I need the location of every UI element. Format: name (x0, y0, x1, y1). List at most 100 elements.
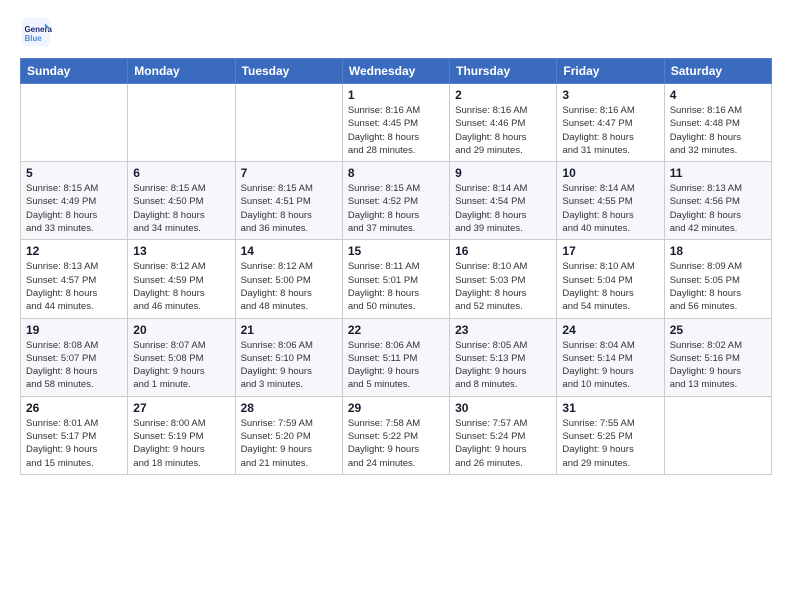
day-number: 8 (348, 166, 444, 180)
week-row-4: 19 Sunrise: 8:08 AM Sunset: 5:07 PM Dayli… (21, 318, 772, 396)
day-cell: 25 Sunrise: 8:02 AM Sunset: 5:16 PM Dayli… (664, 318, 771, 396)
week-row-1: 1Sunrise: 8:16 AM Sunset: 4:45 PM Daylig… (21, 84, 772, 162)
weekday-header-row: SundayMondayTuesdayWednesdayThursdayFrid… (21, 59, 772, 84)
week-row-5: 26Sunrise: 8:01 AM Sunset: 5:17 PM Dayli… (21, 396, 772, 474)
day-info: Sunrise: 8:06 AM Sunset: 5:11 PM Dayligh… (348, 339, 444, 392)
day-info: Sunrise: 8:11 AM Sunset: 5:01 PM Dayligh… (348, 260, 444, 313)
day-number: 18 (670, 244, 766, 258)
day-cell: 8 Sunrise: 8:15 AM Sunset: 4:52 PM Daylig… (342, 162, 449, 240)
day-cell: 29 Sunrise: 7:58 AM Sunset: 5:22 PM Dayli… (342, 396, 449, 474)
day-info: Sunrise: 7:57 AM Sunset: 5:24 PM Dayligh… (455, 417, 551, 470)
day-number: 6 (133, 166, 229, 180)
day-cell: 6 Sunrise: 8:15 AM Sunset: 4:50 PM Daylig… (128, 162, 235, 240)
day-info: Sunrise: 8:14 AM Sunset: 4:55 PM Dayligh… (562, 182, 658, 235)
day-cell: 31 Sunrise: 7:55 AM Sunset: 5:25 PM Dayli… (557, 396, 664, 474)
day-info: Sunrise: 7:58 AM Sunset: 5:22 PM Dayligh… (348, 417, 444, 470)
logo: General Blue (20, 16, 56, 48)
day-number: 11 (670, 166, 766, 180)
weekday-sunday: Sunday (21, 59, 128, 84)
day-info: Sunrise: 8:10 AM Sunset: 5:04 PM Dayligh… (562, 260, 658, 313)
day-number: 3 (562, 88, 658, 102)
day-cell: 16Sunrise: 8:10 AM Sunset: 5:03 PM Dayli… (450, 240, 557, 318)
weekday-wednesday: Wednesday (342, 59, 449, 84)
day-info: Sunrise: 8:02 AM Sunset: 5:16 PM Dayligh… (670, 339, 766, 392)
day-cell: 15 Sunrise: 8:11 AM Sunset: 5:01 PM Dayli… (342, 240, 449, 318)
day-number: 24 (562, 323, 658, 337)
day-cell: 28 Sunrise: 7:59 AM Sunset: 5:20 PM Dayli… (235, 396, 342, 474)
day-number: 20 (133, 323, 229, 337)
day-number: 25 (670, 323, 766, 337)
day-number: 31 (562, 401, 658, 415)
day-info: Sunrise: 8:15 AM Sunset: 4:51 PM Dayligh… (241, 182, 337, 235)
weekday-tuesday: Tuesday (235, 59, 342, 84)
day-info: Sunrise: 8:16 AM Sunset: 4:46 PM Dayligh… (455, 104, 551, 157)
day-number: 4 (670, 88, 766, 102)
day-info: Sunrise: 8:08 AM Sunset: 5:07 PM Dayligh… (26, 339, 122, 392)
day-info: Sunrise: 8:15 AM Sunset: 4:52 PM Dayligh… (348, 182, 444, 235)
day-cell: 20 Sunrise: 8:07 AM Sunset: 5:08 PM Dayli… (128, 318, 235, 396)
day-cell: 3 Sunrise: 8:16 AM Sunset: 4:47 PM Daylig… (557, 84, 664, 162)
day-cell: 21 Sunrise: 8:06 AM Sunset: 5:10 PM Dayli… (235, 318, 342, 396)
day-info: Sunrise: 8:09 AM Sunset: 5:05 PM Dayligh… (670, 260, 766, 313)
day-cell: 10Sunrise: 8:14 AM Sunset: 4:55 PM Dayli… (557, 162, 664, 240)
day-cell: 1Sunrise: 8:16 AM Sunset: 4:45 PM Daylig… (342, 84, 449, 162)
day-number: 7 (241, 166, 337, 180)
day-cell: 23Sunrise: 8:05 AM Sunset: 5:13 PM Dayli… (450, 318, 557, 396)
day-info: Sunrise: 8:01 AM Sunset: 5:17 PM Dayligh… (26, 417, 122, 470)
day-info: Sunrise: 8:12 AM Sunset: 5:00 PM Dayligh… (241, 260, 337, 313)
day-info: Sunrise: 8:14 AM Sunset: 4:54 PM Dayligh… (455, 182, 551, 235)
header: General Blue (20, 16, 772, 48)
calendar-page: General Blue SundayMondayTuesdayWednesda… (0, 0, 792, 612)
day-number: 9 (455, 166, 551, 180)
day-cell (664, 396, 771, 474)
day-number: 5 (26, 166, 122, 180)
weekday-thursday: Thursday (450, 59, 557, 84)
day-info: Sunrise: 8:07 AM Sunset: 5:08 PM Dayligh… (133, 339, 229, 392)
day-info: Sunrise: 8:06 AM Sunset: 5:10 PM Dayligh… (241, 339, 337, 392)
day-cell: 22 Sunrise: 8:06 AM Sunset: 5:11 PM Dayli… (342, 318, 449, 396)
day-info: Sunrise: 8:13 AM Sunset: 4:57 PM Dayligh… (26, 260, 122, 313)
day-info: Sunrise: 8:16 AM Sunset: 4:48 PM Dayligh… (670, 104, 766, 157)
day-number: 12 (26, 244, 122, 258)
day-info: Sunrise: 8:05 AM Sunset: 5:13 PM Dayligh… (455, 339, 551, 392)
svg-text:Blue: Blue (24, 34, 42, 43)
day-cell: 11Sunrise: 8:13 AM Sunset: 4:56 PM Dayli… (664, 162, 771, 240)
day-number: 17 (562, 244, 658, 258)
day-number: 16 (455, 244, 551, 258)
day-number: 29 (348, 401, 444, 415)
day-info: Sunrise: 8:00 AM Sunset: 5:19 PM Dayligh… (133, 417, 229, 470)
week-row-3: 12 Sunrise: 8:13 AM Sunset: 4:57 PM Dayli… (21, 240, 772, 318)
day-cell: 12 Sunrise: 8:13 AM Sunset: 4:57 PM Dayli… (21, 240, 128, 318)
weekday-friday: Friday (557, 59, 664, 84)
day-number: 27 (133, 401, 229, 415)
day-info: Sunrise: 8:12 AM Sunset: 4:59 PM Dayligh… (133, 260, 229, 313)
day-cell: 7 Sunrise: 8:15 AM Sunset: 4:51 PM Daylig… (235, 162, 342, 240)
day-cell: 19 Sunrise: 8:08 AM Sunset: 5:07 PM Dayli… (21, 318, 128, 396)
day-cell (21, 84, 128, 162)
day-info: Sunrise: 8:16 AM Sunset: 4:45 PM Dayligh… (348, 104, 444, 157)
day-number: 30 (455, 401, 551, 415)
day-cell: 18 Sunrise: 8:09 AM Sunset: 5:05 PM Dayli… (664, 240, 771, 318)
day-number: 19 (26, 323, 122, 337)
day-cell: 13 Sunrise: 8:12 AM Sunset: 4:59 PM Dayli… (128, 240, 235, 318)
day-number: 15 (348, 244, 444, 258)
day-number: 21 (241, 323, 337, 337)
day-info: Sunrise: 8:16 AM Sunset: 4:47 PM Dayligh… (562, 104, 658, 157)
day-info: Sunrise: 7:55 AM Sunset: 5:25 PM Dayligh… (562, 417, 658, 470)
day-cell (235, 84, 342, 162)
day-number: 22 (348, 323, 444, 337)
day-info: Sunrise: 7:59 AM Sunset: 5:20 PM Dayligh… (241, 417, 337, 470)
day-number: 13 (133, 244, 229, 258)
day-number: 14 (241, 244, 337, 258)
logo-icon: General Blue (20, 16, 52, 48)
day-cell: 27 Sunrise: 8:00 AM Sunset: 5:19 PM Dayli… (128, 396, 235, 474)
day-cell: 2Sunrise: 8:16 AM Sunset: 4:46 PM Daylig… (450, 84, 557, 162)
day-cell: 24Sunrise: 8:04 AM Sunset: 5:14 PM Dayli… (557, 318, 664, 396)
weekday-saturday: Saturday (664, 59, 771, 84)
day-cell: 4 Sunrise: 8:16 AM Sunset: 4:48 PM Daylig… (664, 84, 771, 162)
day-info: Sunrise: 8:15 AM Sunset: 4:49 PM Dayligh… (26, 182, 122, 235)
day-number: 28 (241, 401, 337, 415)
day-cell: 26Sunrise: 8:01 AM Sunset: 5:17 PM Dayli… (21, 396, 128, 474)
day-cell: 17 Sunrise: 8:10 AM Sunset: 5:04 PM Dayli… (557, 240, 664, 318)
day-info: Sunrise: 8:15 AM Sunset: 4:50 PM Dayligh… (133, 182, 229, 235)
